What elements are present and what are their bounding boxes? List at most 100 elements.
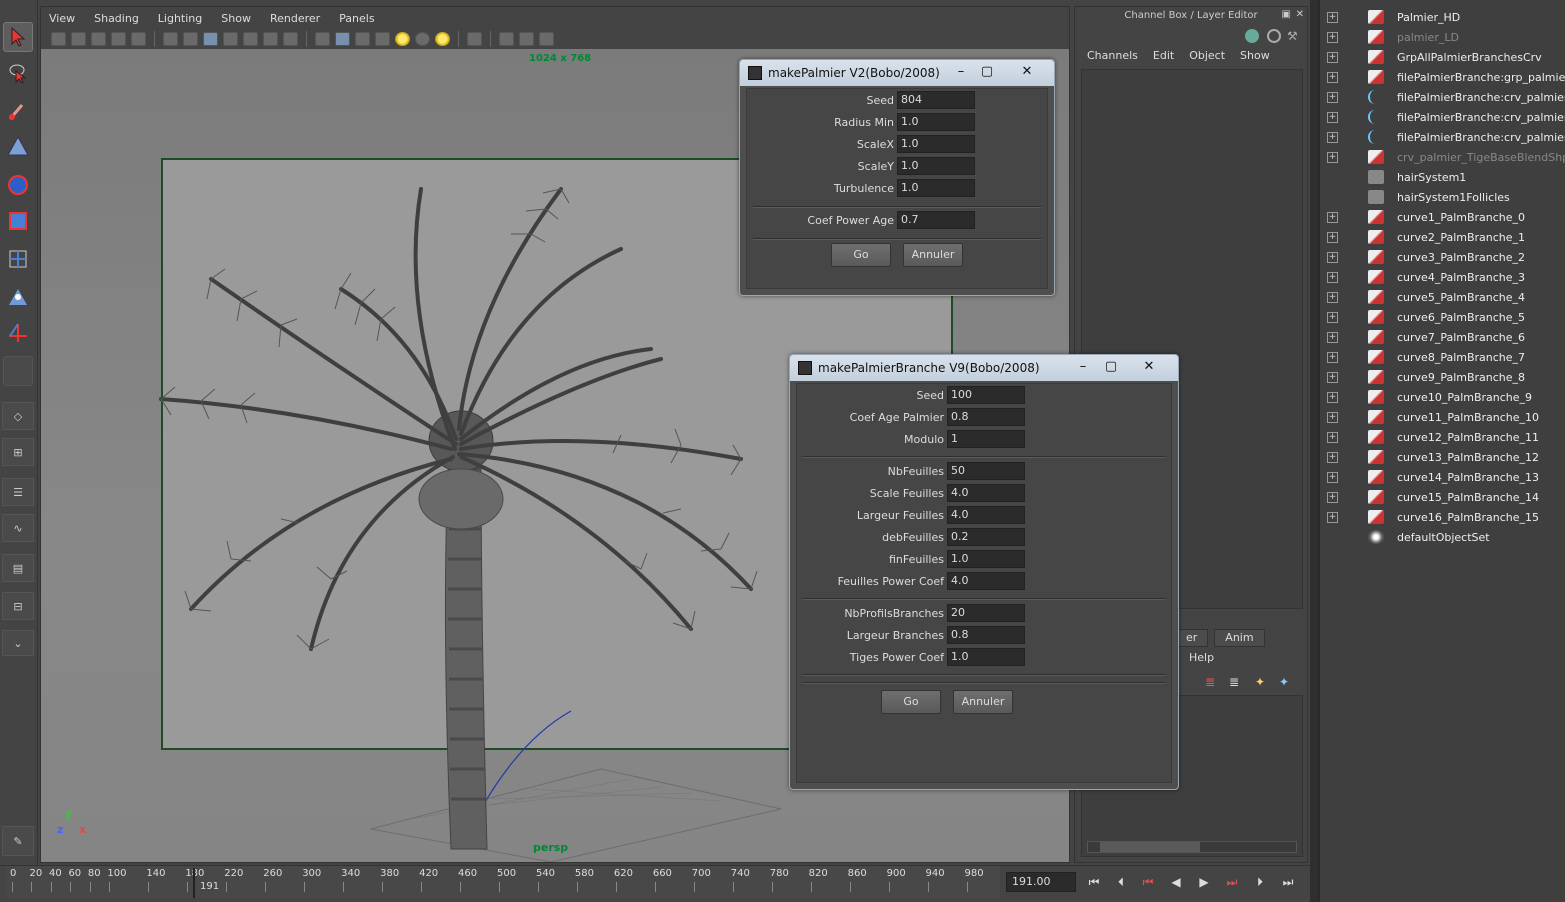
shadows-icon[interactable] (415, 32, 430, 46)
scale-y-input[interactable]: 1.0 (897, 157, 975, 175)
expand-icon[interactable]: + (1327, 11, 1338, 23)
menu-channels[interactable]: Channels (1087, 49, 1138, 62)
outliner-item[interactable]: + curve4_PalmBranche_3 (1320, 267, 1565, 287)
panel-float-icon[interactable]: ▣ (1282, 9, 1291, 20)
coef-age-palmier-input[interactable]: 0.8 (947, 408, 1025, 426)
make-palmier-branche-titlebar[interactable]: makePalmierBranche V9(Bobo/2008) – ▢ ✕ (790, 355, 1178, 381)
expand-icon[interactable]: + (1327, 131, 1338, 143)
expand-icon[interactable]: + (1327, 111, 1338, 123)
expand-icon[interactable]: + (1327, 371, 1338, 383)
fin-feuilles-input[interactable]: 1.0 (947, 550, 1025, 568)
new-layer-icon[interactable]: ≣ (1205, 675, 1215, 689)
bookmark-icon[interactable] (91, 32, 106, 46)
expand-icon[interactable]: + (1327, 491, 1338, 503)
expand-icon[interactable]: + (1327, 351, 1338, 363)
menu-object[interactable]: Object (1189, 49, 1225, 62)
outliner-item[interactable]: hairSystem1Follicles (1320, 187, 1565, 207)
current-time-marker[interactable] (193, 868, 195, 898)
expand-icon[interactable]: + (1327, 311, 1338, 323)
expand-icon[interactable]: + (1327, 271, 1338, 283)
scrollbar-thumb[interactable] (1100, 842, 1200, 852)
scale-feuilles-input[interactable]: 4.0 (947, 484, 1025, 502)
field-chart-icon[interactable] (243, 32, 258, 46)
outliner-item[interactable]: + curve6_PalmBranche_5 (1320, 307, 1565, 327)
outliner-item[interactable]: defaultObjectSet (1320, 527, 1565, 547)
tool-settings-icon[interactable]: ⚒ (1287, 29, 1301, 43)
close-icon[interactable]: ✕ (1136, 358, 1162, 376)
four-pane-layout-icon[interactable]: ⊞ (2, 438, 34, 466)
radius-min-input[interactable]: 1.0 (897, 113, 975, 131)
outliner-item[interactable]: + filePalmierBranche:crv_palmier_fe (1320, 107, 1565, 127)
make-palmier-titlebar[interactable]: makePalmier V2(Bobo/2008) – ▢ ✕ (740, 60, 1054, 86)
modulo-input[interactable]: 1 (947, 430, 1025, 448)
layer-options-icon[interactable]: ✦ (1279, 675, 1289, 689)
menu-show[interactable]: Show (221, 12, 251, 25)
step-forward-key-icon[interactable]: ⏭ (1222, 874, 1242, 890)
nb-profils-branches-input[interactable]: 20 (947, 604, 1025, 622)
expand-icon[interactable]: + (1327, 331, 1338, 343)
outliner-item[interactable]: + filePalmierBranche:crv_palmier_br (1320, 87, 1565, 107)
play-backwards-icon[interactable]: ◀ (1166, 874, 1186, 890)
camera-attributes-icon[interactable] (71, 32, 86, 46)
expand-icon[interactable]: + (1327, 31, 1338, 43)
go-button[interactable]: Go (831, 243, 891, 267)
layer-add-selected-icon[interactable]: ✦ (1255, 675, 1265, 689)
outliner-item[interactable]: + curve11_PalmBranche_10 (1320, 407, 1565, 427)
maximize-icon[interactable]: ▢ (1098, 358, 1124, 376)
outliner-item[interactable]: + curve13_PalmBranche_12 (1320, 447, 1565, 467)
xray-icon[interactable] (499, 32, 514, 46)
expand-icon[interactable]: + (1327, 431, 1338, 443)
cancel-button[interactable]: Annuler (903, 243, 963, 267)
isolate-select-icon[interactable] (467, 32, 482, 46)
graph-layout-icon[interactable]: ∿ (2, 514, 34, 542)
layouts-dropdown-icon[interactable]: ⌄ (2, 630, 34, 656)
xray-components-icon[interactable] (539, 32, 554, 46)
single-pane-layout-icon[interactable]: ◇ (2, 402, 34, 430)
move-tool-icon[interactable] (3, 132, 33, 162)
deb-feuilles-input[interactable]: 0.2 (947, 528, 1025, 546)
gate-mask-icon[interactable] (223, 32, 238, 46)
menu-edit[interactable]: Edit (1153, 49, 1174, 62)
safe-action-icon[interactable] (263, 32, 278, 46)
safe-title-icon[interactable] (283, 32, 298, 46)
expand-icon[interactable]: + (1327, 411, 1338, 423)
expand-icon[interactable]: + (1327, 151, 1338, 163)
outliner-item[interactable]: + GrpAllPalmierBranchesCrv (1320, 47, 1565, 67)
layer-scrollbar[interactable] (1087, 841, 1297, 853)
go-to-start-icon[interactable]: ⏮ (1084, 874, 1104, 890)
tiges-power-coef-input[interactable]: 1.0 (947, 648, 1025, 666)
lights-icon[interactable] (395, 32, 410, 46)
mel-script-icon[interactable]: ✎ (2, 826, 34, 856)
largeur-feuilles-input[interactable]: 4.0 (947, 506, 1025, 524)
step-forward-frame-icon[interactable]: ⏵ (1250, 874, 1270, 890)
outliner-item[interactable]: + palmier_LD (1320, 27, 1565, 47)
outliner-item[interactable]: hairSystem1 (1320, 167, 1565, 187)
outliner-item[interactable]: + curve14_PalmBranche_13 (1320, 467, 1565, 487)
outliner-item[interactable]: + curve5_PalmBranche_4 (1320, 287, 1565, 307)
hypershade-layout-icon[interactable]: ▤ (2, 554, 34, 582)
turbulence-input[interactable]: 1.0 (897, 179, 975, 197)
wireframe-icon[interactable] (315, 32, 330, 46)
expand-icon[interactable]: + (1327, 71, 1338, 83)
rotate-tool-icon[interactable] (3, 170, 33, 200)
two-d-pan-icon[interactable] (131, 32, 146, 46)
menu-panels[interactable]: Panels (339, 12, 374, 25)
panel-divider[interactable] (1310, 0, 1318, 902)
outliner-layout-icon[interactable]: ☰ (2, 478, 34, 506)
grid-icon[interactable] (163, 32, 178, 46)
expand-icon[interactable]: + (1327, 231, 1338, 243)
maximize-icon[interactable]: ▢ (974, 63, 1000, 81)
film-gate-icon[interactable] (183, 32, 198, 46)
go-to-end-icon[interactable]: ⏭ (1278, 874, 1298, 890)
time-ruler[interactable]: 0204060801001401802202603003403804204605… (6, 866, 1000, 898)
menu-help[interactable]: Help (1189, 651, 1214, 664)
outliner-item[interactable]: + Palmier_HD (1320, 7, 1565, 27)
smooth-shade-icon[interactable] (335, 32, 350, 46)
seed-input[interactable]: 100 (947, 386, 1025, 404)
outliner-item[interactable]: + curve1_PalmBranche_0 (1320, 207, 1565, 227)
panel-close-icon[interactable]: ✕ (1296, 9, 1304, 20)
menu-lighting[interactable]: Lighting (158, 12, 202, 25)
feuilles-power-coef-input[interactable]: 4.0 (947, 572, 1025, 590)
outliner-item[interactable]: + curve10_PalmBranche_9 (1320, 387, 1565, 407)
expand-icon[interactable]: + (1327, 211, 1338, 223)
